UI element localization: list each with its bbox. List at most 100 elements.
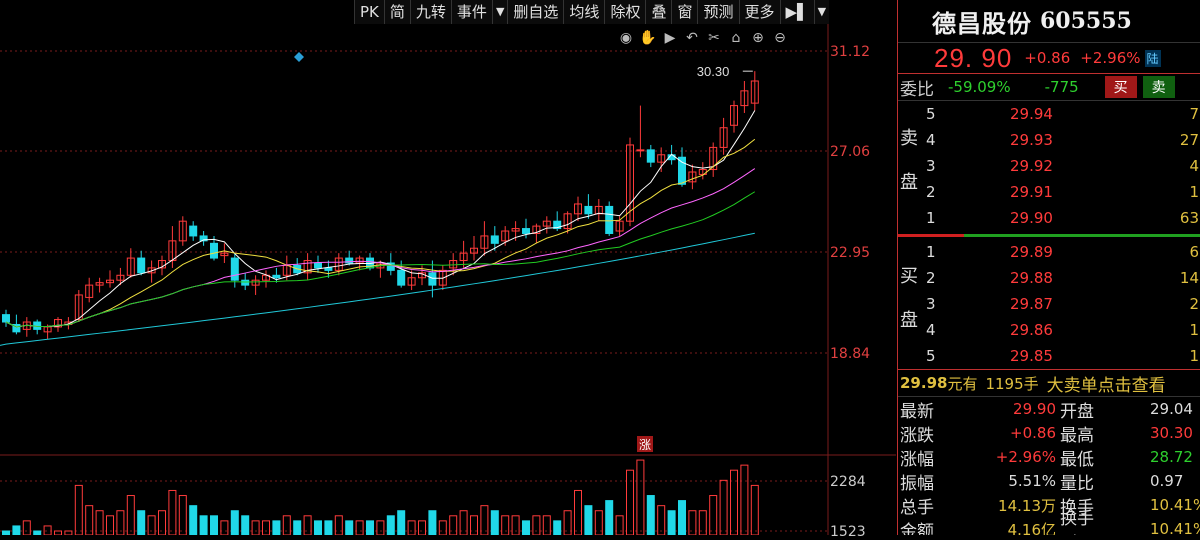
ma30-line <box>5 191 756 328</box>
ma60-line <box>0 232 755 346</box>
candle-body <box>314 262 322 269</box>
level-price: 29.85 <box>1010 347 1053 365</box>
level-price: 29.94 <box>1010 105 1053 123</box>
bids-level[interactable]: 5 29.85 1 <box>898 343 1200 369</box>
volume-bar <box>678 500 686 535</box>
lock-icon[interactable]: ⌂ <box>727 29 745 47</box>
order-ratio-label: 委比 <box>900 79 934 100</box>
zoom-out-icon[interactable]: ⊖ <box>771 29 789 47</box>
scissors-icon[interactable]: ✂ <box>705 29 723 47</box>
volume-bar <box>126 495 135 535</box>
stat-value: 29.04 <box>1150 400 1193 418</box>
volume-bar <box>667 510 676 535</box>
events-dropdown-icon[interactable]: ▼ <box>491 0 508 24</box>
volume-bar <box>2 530 10 535</box>
chart-toolbar: PK 简 九转 事件 ▼ 删自选 均线 除权 叠 窗 预测 更多 ▶▌ ▼ <box>354 0 830 24</box>
volume-bar <box>210 515 218 535</box>
overlay-button[interactable]: 叠 <box>645 0 672 24</box>
volume-bar <box>220 520 229 535</box>
asks-level[interactable]: 1 29.90 63 <box>898 205 1200 231</box>
current-price: 29. 90 <box>934 42 1013 73</box>
volume-bar <box>646 495 655 535</box>
moving-average-button[interactable]: 均线 <box>563 0 605 24</box>
kline-chart[interactable]: 30.30 涨 <box>0 0 896 535</box>
stat-label: 涨跌 <box>900 425 934 446</box>
stat-label: 涨幅 <box>900 449 934 470</box>
nine-turn-button[interactable]: 九转 <box>409 0 451 24</box>
volume-bar <box>334 515 343 535</box>
bids-level[interactable]: 3 29.87 2 <box>898 291 1200 317</box>
chart-tools: ◉ ✋ ▶ ↶ ✂ ⌂ ⊕ ⊖ <box>617 29 789 47</box>
bids-level[interactable]: 2 29.88 14 <box>898 265 1200 291</box>
stat-value: 4.16亿 <box>1007 520 1056 536</box>
level-price: 29.93 <box>1010 131 1053 149</box>
volume-bar <box>272 520 281 535</box>
ask-side-label: 卖 盘 <box>900 128 918 193</box>
asks-level[interactable]: 5 29.94 7 <box>898 101 1200 127</box>
stat-value: +0.86 <box>1010 424 1056 442</box>
collapse-panel-icon[interactable]: ▶▌ <box>779 0 814 24</box>
stat-value: 10.41% <box>1150 496 1200 514</box>
bids-level[interactable]: 4 29.86 1 <box>898 317 1200 343</box>
stock-code: 605555 <box>1040 8 1132 34</box>
eye-icon[interactable]: ◉ <box>617 29 635 47</box>
remove-watchlist-button[interactable]: 删自选 <box>507 0 564 24</box>
volume-bar <box>251 520 260 535</box>
ex-rights-button[interactable]: 除权 <box>604 0 646 24</box>
asks-level[interactable]: 2 29.91 1 <box>898 179 1200 205</box>
volume-bar <box>490 510 499 535</box>
volume-bar <box>189 505 198 535</box>
volume-bar <box>33 530 42 535</box>
volume-bar <box>241 515 250 535</box>
volume-bar <box>542 515 551 535</box>
volume-bar <box>178 495 187 535</box>
window-button[interactable]: 窗 <box>671 0 698 24</box>
level-index: 4 <box>926 321 936 339</box>
candle-body <box>490 235 499 244</box>
buy-button[interactable]: 买 <box>1104 76 1137 98</box>
candle-body <box>636 149 645 152</box>
undo-icon[interactable]: ↶ <box>683 29 701 47</box>
volume-bar <box>574 489 582 535</box>
events-button[interactable]: 事件 <box>450 0 492 24</box>
simplified-button[interactable]: 简 <box>383 0 410 24</box>
level-index: 3 <box>926 295 936 313</box>
candle-body <box>324 267 333 271</box>
more-button[interactable]: 更多 <box>738 0 780 24</box>
big-order-link[interactable]: 大卖单点击查看 <box>1047 371 1166 396</box>
stat-value: 29.90 <box>1013 400 1056 418</box>
volume-bar <box>636 459 645 535</box>
play-icon[interactable]: ▶ <box>661 29 679 47</box>
volume-bar <box>605 500 614 535</box>
sell-button[interactable]: 卖 <box>1142 76 1175 98</box>
stats-row: 涨跌 +0.86 最高 30.30 <box>898 421 1200 446</box>
asks-level[interactable]: 4 29.93 27 <box>898 127 1200 153</box>
volume-bar <box>74 484 83 535</box>
bids-level[interactable]: 1 29.89 6 <box>898 239 1200 265</box>
zoom-in-icon[interactable]: ⊕ <box>749 29 767 47</box>
more-dropdown-icon[interactable]: ▼ <box>813 0 830 24</box>
volume-bar <box>397 510 406 535</box>
pk-button[interactable]: PK <box>354 0 384 24</box>
volume-bar <box>428 510 437 535</box>
level-volume: 4 <box>1189 157 1199 175</box>
forecast-button[interactable]: 预测 <box>697 0 739 24</box>
price-tick-3: 22.95 <box>830 245 871 261</box>
volume-bar <box>147 515 156 535</box>
stat-value: 10.41% <box>1150 520 1200 535</box>
high-price-label: 30.30 <box>697 64 730 79</box>
bid-side-label: 买 盘 <box>900 266 918 331</box>
kline-chart-area[interactable]: 30.30 涨 PK 简 九转 事件 ▼ 删自选 均线 除权 叠 窗 预测 更多 … <box>0 0 896 540</box>
order-ratio-diff: -775 <box>1044 78 1079 96</box>
candle-body <box>189 225 198 237</box>
hand-icon[interactable]: ✋ <box>639 29 657 47</box>
volume-bar <box>730 469 738 535</box>
volume-tick-2: 1523 <box>830 524 866 540</box>
stat-value: 5.51% <box>1008 472 1056 490</box>
stats-row: 振幅 5.51% 量比 0.97 <box>898 469 1200 494</box>
stat-label: 量比 <box>1060 473 1094 494</box>
stats-row: 最新 29.90 开盘 29.04 <box>898 397 1200 422</box>
level-price: 29.90 <box>1010 209 1053 227</box>
asks-level[interactable]: 3 29.92 4 <box>898 153 1200 179</box>
level-index: 5 <box>926 105 936 123</box>
